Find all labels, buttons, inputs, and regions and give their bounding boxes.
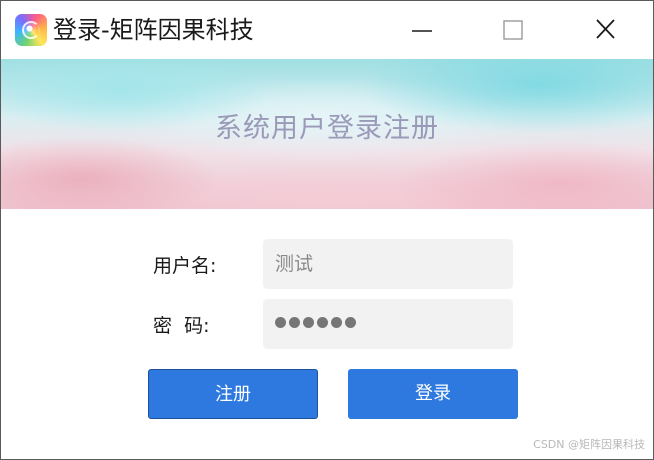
maximize-icon (503, 20, 523, 40)
password-dot (303, 317, 314, 328)
minimize-button[interactable] (377, 1, 467, 59)
window-title: 登录-矩阵因果科技 (53, 16, 254, 44)
close-icon (596, 19, 615, 39)
password-mask (275, 317, 359, 331)
watermark-text: CSDN @矩阵因果科技 (533, 438, 645, 451)
password-dot (331, 317, 342, 328)
username-input[interactable]: 测试 (263, 239, 513, 289)
title-bar[interactable]: 登录-矩阵因果科技 (1, 1, 653, 59)
username-value: 测试 (275, 253, 314, 275)
close-button[interactable] (560, 1, 650, 59)
password-dot (345, 317, 356, 328)
maximize-button[interactable] (467, 1, 557, 59)
password-dot (289, 317, 300, 328)
password-input[interactable] (263, 299, 513, 349)
header-banner: 系统用户登录注册 (1, 59, 653, 209)
password-dot (317, 317, 328, 328)
username-label: 用户名: (153, 255, 217, 277)
banner-title: 系统用户登录注册 (215, 113, 439, 144)
password-label: 密 码: (153, 315, 210, 337)
login-button[interactable]: 登录 (348, 369, 518, 419)
password-dot (275, 317, 286, 328)
login-window: 登录-矩阵因果科技 系统用户登录注册 用户名: 测试 密 码: 注册 登录 CS… (0, 0, 654, 460)
register-button[interactable]: 注册 (148, 369, 318, 419)
minimize-icon (412, 30, 432, 32)
app-logo-icon (15, 14, 47, 46)
